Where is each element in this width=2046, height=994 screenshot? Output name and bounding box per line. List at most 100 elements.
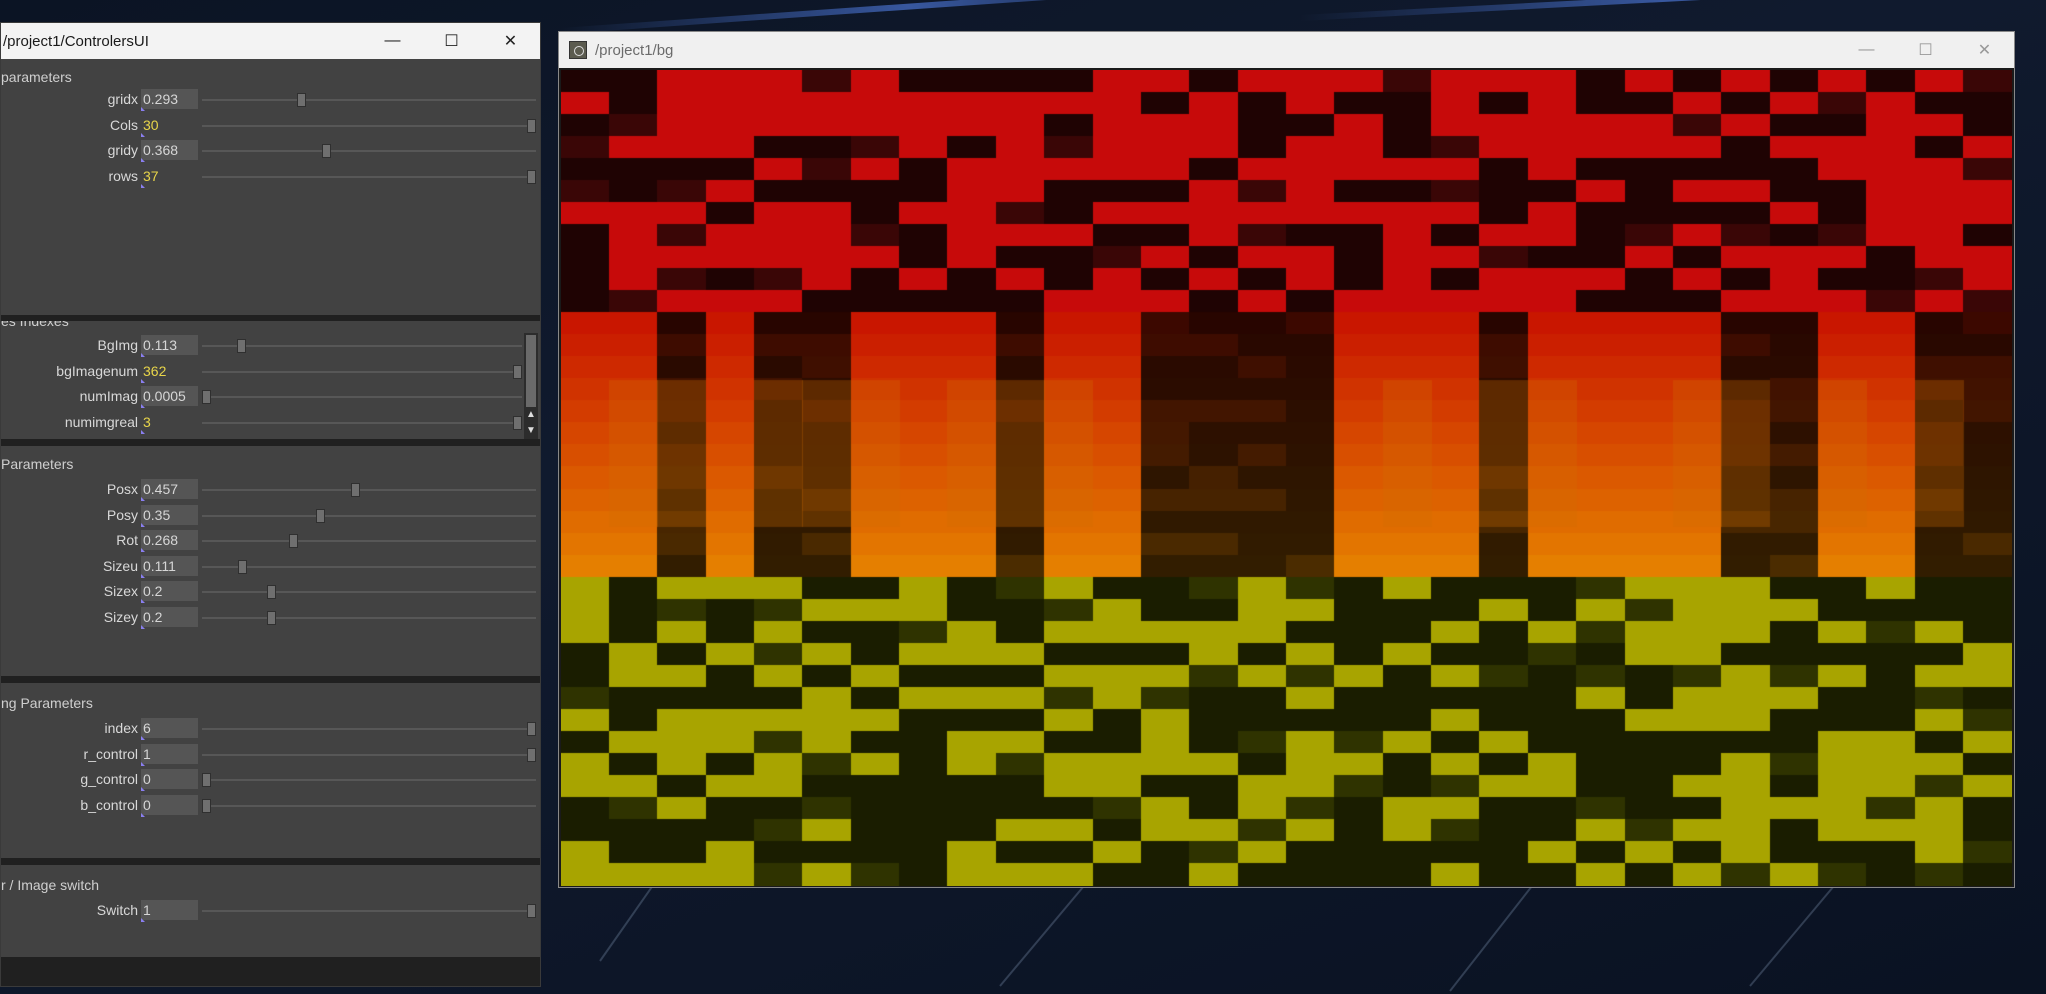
close-button[interactable]: ✕ — [1955, 32, 2014, 68]
slider-handle[interactable] — [321, 144, 331, 159]
slider-track[interactable] — [202, 804, 536, 807]
slider-handle[interactable] — [527, 747, 536, 762]
parameter-panel: parameters gridx 0.293 Cols 30 gridy 0.368 rows… — [1, 59, 540, 315]
scroll-up-icon[interactable]: ▲ — [525, 409, 537, 421]
slider-track[interactable] — [202, 175, 536, 178]
parameter-label: index — [104, 720, 138, 736]
maximize-button[interactable]: ☐ — [422, 23, 481, 59]
bg-window: /project1/bg — ☐ ✕ — [558, 31, 2015, 888]
parameter-value-field[interactable]: 30 — [141, 115, 198, 135]
parameter-label: bgImagenum — [56, 362, 138, 379]
parameter-label: Sizex — [103, 583, 138, 600]
slider-handle[interactable] — [527, 722, 536, 736]
slider-handle[interactable] — [289, 534, 299, 549]
parameter-value-field[interactable]: 0.35 — [141, 504, 198, 525]
parameter-panel: r / Image switch Switch 1 — [1, 865, 540, 957]
parameter-panel: es Indexes BgImg 0.113 bgImagenum 362 numImag… — [1, 321, 540, 439]
parameter-value-field[interactable]: 0 — [141, 794, 198, 815]
drag-marker-icon — [141, 522, 145, 527]
minimize-button[interactable]: — — [1837, 32, 1896, 68]
slider-handle[interactable] — [513, 415, 522, 430]
parameter-value-field[interactable]: 0.111 — [141, 555, 198, 576]
slider-handle[interactable] — [350, 483, 360, 497]
slider-handle[interactable] — [267, 585, 276, 600]
slider-row-rot: Rot 0.268 — [1, 530, 540, 553]
parameter-value-field[interactable]: 37 — [141, 166, 198, 186]
slider-track[interactable] — [202, 421, 522, 424]
parameter-value-field[interactable]: 0.2 — [141, 607, 198, 627]
slider-track[interactable] — [202, 345, 522, 347]
parameter-value-field[interactable]: 0.293 — [141, 89, 198, 109]
slider-handle[interactable] — [202, 390, 212, 405]
slider-handle[interactable] — [527, 169, 536, 184]
drag-marker-icon — [141, 625, 145, 629]
parameter-value-field[interactable]: 0.457 — [141, 479, 198, 499]
parameter-value-field[interactable]: 0.368 — [141, 140, 198, 161]
slider-handle[interactable] — [527, 118, 536, 133]
panel-title: parameters — [1, 69, 72, 85]
bg-render-canvas[interactable] — [561, 70, 2012, 886]
parameter-value-field[interactable]: 0.0005 — [141, 386, 198, 407]
slider-row-bgimagenum: bgImagenum 362 — [1, 361, 540, 383]
parameter-label: Rot — [116, 532, 138, 549]
slider-track[interactable] — [202, 489, 536, 491]
slider-handle[interactable] — [297, 93, 307, 107]
slider-track[interactable] — [202, 728, 536, 730]
slider-row-gridy: gridy 0.368 — [1, 140, 540, 163]
scroll-down-icon[interactable]: ▼ — [525, 425, 537, 437]
slider-handle[interactable] — [513, 364, 522, 379]
slider-handle[interactable] — [238, 559, 248, 574]
slider-track[interactable] — [202, 565, 536, 568]
slider-handle[interactable] — [267, 611, 276, 625]
slider-row-numimgreal: numimgreal 3 — [1, 412, 540, 434]
slider-track[interactable] — [202, 617, 536, 619]
parameter-value-field[interactable]: 1 — [141, 900, 198, 920]
slider-track[interactable] — [202, 910, 536, 912]
slider-row-gridx: gridx 0.293 — [1, 89, 540, 111]
slider-track[interactable] — [202, 150, 536, 153]
bg-titlebar[interactable]: /project1/bg — ☐ ✕ — [559, 32, 2014, 68]
slider-row-sizey: Sizey 0.2 — [1, 607, 540, 629]
slider-handle[interactable] — [315, 508, 325, 523]
controlers-ui-titlebar[interactable]: /project1/ControlersUI — ☐ ✕ — [1, 23, 540, 59]
slider-track[interactable] — [202, 396, 522, 399]
slider-row-cols: Cols 30 — [1, 115, 540, 137]
drag-marker-icon — [141, 183, 145, 188]
slider-handle[interactable] — [527, 904, 536, 918]
drag-marker-icon — [141, 736, 145, 740]
parameter-value-field[interactable]: 0 — [141, 769, 198, 790]
parameter-value-field[interactable]: 0.2 — [141, 581, 198, 602]
parameter-panel: Parameters Posx 0.457 Posy 0.35 Rot 0.268 Sizeu… — [1, 446, 540, 676]
slider-handle[interactable] — [202, 773, 211, 788]
slider-track[interactable] — [202, 124, 536, 127]
slider-row-posy: Posy 0.35 — [1, 504, 540, 527]
parameter-label: gridy — [107, 142, 138, 159]
parameter-value-field[interactable]: 362 — [141, 361, 198, 381]
slider-track[interactable] — [202, 779, 536, 782]
slider-handle[interactable] — [202, 798, 211, 813]
slider-row-g_control: g_control 0 — [1, 769, 540, 792]
parameter-value-field[interactable]: 0.268 — [141, 530, 198, 551]
slider-track[interactable] — [202, 753, 536, 756]
parameter-value-field[interactable]: 1 — [141, 743, 198, 764]
minimize-button[interactable]: — — [363, 23, 422, 59]
panel-scrollbar[interactable]: ▲ ▼ — [524, 333, 538, 439]
slider-track[interactable] — [202, 540, 536, 543]
drag-marker-icon — [141, 573, 145, 578]
scrollbar-thumb[interactable] — [526, 335, 536, 407]
parameter-value-field[interactable]: 3 — [141, 412, 198, 432]
slider-track[interactable] — [202, 99, 536, 101]
close-button[interactable]: ✕ — [481, 23, 540, 59]
slider-track[interactable] — [202, 591, 536, 594]
parameter-label: g_control — [80, 771, 138, 788]
parameter-label: Sizey — [103, 609, 138, 625]
slider-track[interactable] — [202, 514, 536, 517]
parameter-value-field[interactable]: 6 — [141, 718, 198, 738]
slider-handle[interactable] — [237, 339, 247, 353]
drag-marker-icon — [141, 378, 145, 383]
drag-marker-icon — [141, 132, 145, 137]
slider-track[interactable] — [202, 370, 522, 373]
maximize-button[interactable]: ☐ — [1896, 32, 1955, 68]
drag-marker-icon — [141, 107, 145, 111]
parameter-value-field[interactable]: 0.113 — [141, 335, 198, 355]
